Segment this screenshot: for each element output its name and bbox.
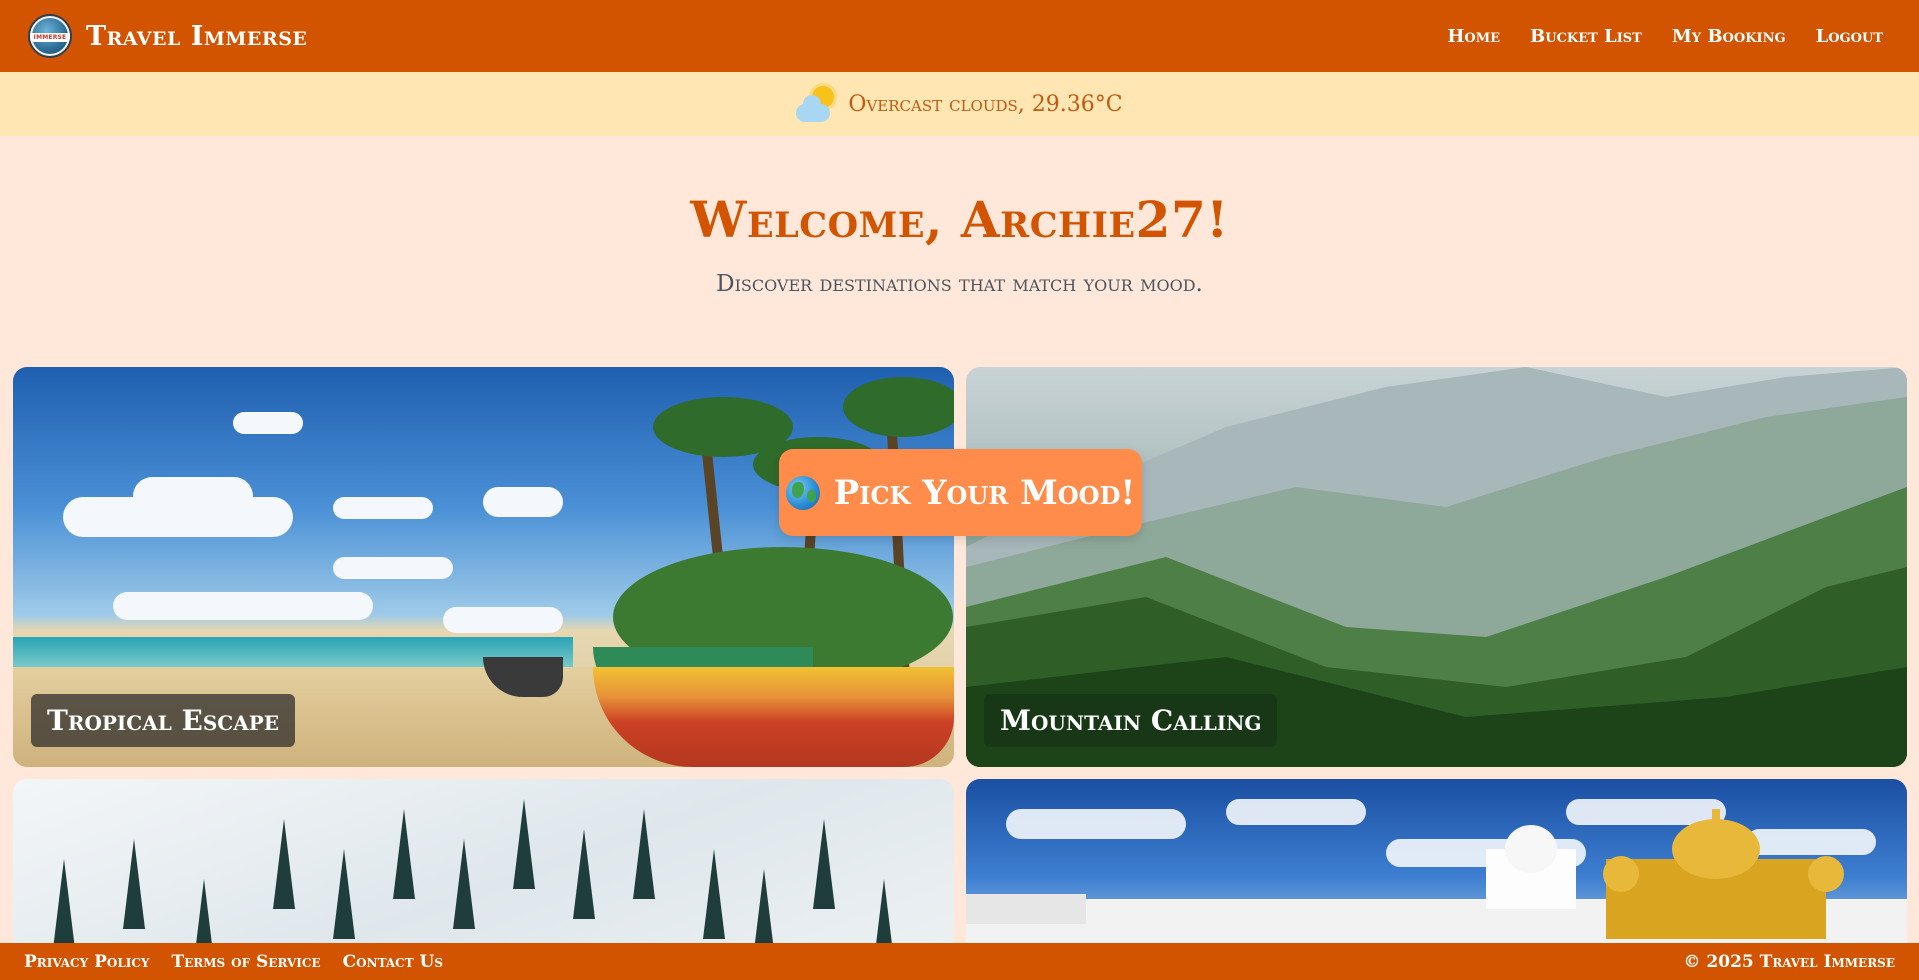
tropical-escape-card[interactable]: Tropical Escape — [13, 367, 954, 767]
nav-logout-link[interactable]: Logout — [1816, 26, 1883, 47]
brand-name: Travel Immerse — [86, 20, 308, 52]
welcome-title: Welcome, Archie27! — [690, 190, 1229, 249]
nav-home-link[interactable]: Home — [1447, 26, 1500, 47]
travel-immerse-logo: IMMERSE — [28, 14, 72, 58]
weather-bar: Overcast clouds, 29.36°C — [0, 72, 1919, 136]
footer: Privacy Policy Terms of Service Contact … — [0, 943, 1919, 980]
pick-your-mood-button[interactable]: Pick Your Mood! — [779, 449, 1142, 536]
footer-links: Privacy Policy Terms of Service Contact … — [24, 952, 443, 972]
navbar: IMMERSE Travel Immerse Home Bucket List … — [0, 0, 1919, 72]
nav-links: Home Bucket List My Booking Logout — [1447, 26, 1883, 47]
nav-bucket-list-link[interactable]: Bucket List — [1530, 26, 1642, 47]
hero: Welcome, Archie27! Discover destinations… — [0, 190, 1919, 297]
weather-text: Overcast clouds, 29.36°C — [848, 91, 1123, 117]
pick-your-mood-label: Pick Your Mood! — [833, 472, 1136, 513]
brand[interactable]: IMMERSE Travel Immerse — [28, 14, 307, 58]
terms-of-service-link[interactable]: Terms of Service — [172, 952, 321, 972]
nav-my-booking-link[interactable]: My Booking — [1672, 26, 1786, 47]
sun-behind-cloud-icon — [796, 84, 838, 124]
card-label: Mountain Calling — [984, 694, 1278, 747]
card-label: Tropical Escape — [31, 694, 296, 747]
copyright-text: © 2025 Travel Immerse — [1683, 951, 1895, 972]
globe-icon — [785, 475, 820, 510]
contact-us-link[interactable]: Contact Us — [343, 952, 443, 972]
mountain-calling-card[interactable]: Mountain Calling — [966, 367, 1907, 767]
privacy-policy-link[interactable]: Privacy Policy — [24, 952, 150, 972]
logo-text: IMMERSE — [30, 33, 70, 42]
welcome-subtitle: Discover destinations that match your mo… — [716, 271, 1203, 297]
